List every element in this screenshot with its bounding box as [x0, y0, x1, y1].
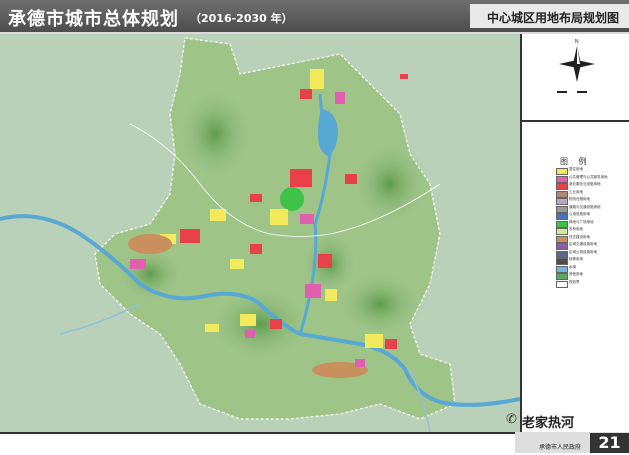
legend-item: 绿地与广场用地	[556, 219, 626, 228]
compass-panel: N	[522, 34, 629, 122]
legend-swatch	[556, 258, 568, 265]
legend-swatch	[556, 265, 568, 273]
legend-label: 水域	[569, 264, 576, 269]
legend-swatch	[556, 243, 568, 250]
legend-item: 水域	[556, 264, 626, 273]
legend-item: 村庄建设用地	[556, 234, 626, 243]
land-use-map	[0, 34, 520, 432]
legend-item: 道路与交通设施用地	[556, 204, 626, 213]
plan-years: （2016-2030 年）	[190, 12, 293, 25]
legend-item: 特殊用地	[556, 257, 626, 265]
wechat-icon: ✆	[506, 412, 517, 427]
legend-label: 其他用地	[569, 272, 583, 276]
legend-item: 公用设施用地	[556, 212, 626, 220]
legend-item: 居住用地	[556, 167, 626, 175]
legend-swatch	[556, 183, 568, 190]
legend-swatch	[556, 168, 568, 175]
legend-label: 道路与交通设施用地	[569, 204, 601, 209]
legend-item: 公共管理与公共服务用地	[556, 174, 626, 183]
legend-swatch	[556, 235, 568, 243]
legend-label: 工业用地	[569, 189, 583, 194]
legend-swatch	[556, 190, 568, 198]
legend-item: 区域交通设施用地	[556, 242, 626, 250]
legend-swatch	[556, 250, 568, 258]
legend-swatch	[556, 205, 568, 213]
legend-label: 公共管理与公共服务用地	[569, 174, 608, 179]
legend-label: 规划界	[569, 279, 580, 284]
legend-swatch	[556, 198, 568, 205]
legend-item: 工业用地	[556, 189, 626, 198]
legend-item: 区域公用设施用地	[556, 249, 626, 258]
legend-swatch	[556, 280, 568, 288]
legend-label: 特殊用地	[569, 257, 583, 261]
legend-label: 农林用地	[569, 227, 583, 231]
map-subtitle: 中心城区用地布局规划图	[487, 11, 620, 25]
legend-swatch	[556, 228, 568, 235]
legend-label: 物流仓储用地	[569, 197, 590, 201]
page-title: 承德市城市总体规划	[8, 9, 179, 30]
legend-label: 绿地与广场用地	[569, 219, 594, 224]
north-arrow-icon: N	[557, 39, 597, 93]
legend-item: 物流仓储用地	[556, 197, 626, 205]
map-canvas[interactable]	[0, 34, 520, 432]
page-number: 21	[590, 433, 629, 453]
legend-label: 公用设施用地	[569, 212, 590, 216]
legend-swatch	[556, 213, 568, 220]
legend-label: 居住用地	[569, 167, 583, 171]
legend-label: 村庄建设用地	[569, 234, 590, 239]
legend-item: 规划界	[556, 279, 626, 288]
legend-swatch	[556, 175, 568, 183]
legend-item: 商业服务业设施用地	[556, 182, 626, 190]
svg-text:N: N	[575, 39, 579, 45]
legend-label: 商业服务业设施用地	[569, 182, 601, 186]
legend-title: 图 例	[560, 157, 591, 166]
legend-item: 其他用地	[556, 272, 626, 280]
legend-item: 农林用地	[556, 227, 626, 235]
watermark-text: 老家热河	[522, 416, 575, 431]
legend-swatch	[556, 220, 568, 228]
legend-label: 区域公用设施用地	[569, 249, 597, 254]
legend-label: 区域交通设施用地	[569, 242, 597, 246]
legend-swatch	[556, 273, 568, 280]
government-label: 承德市人民政府	[539, 444, 582, 451]
scale-bar-icon	[557, 91, 597, 93]
